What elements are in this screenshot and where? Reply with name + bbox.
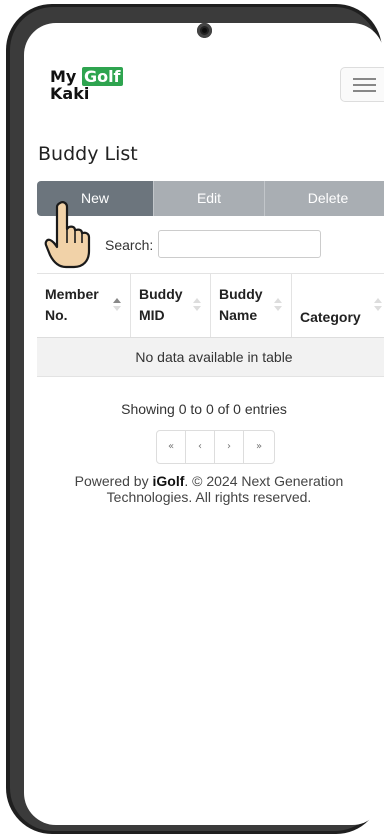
sort-icon xyxy=(113,298,121,312)
next-page-button[interactable]: › xyxy=(215,431,244,463)
pointing-hand-icon xyxy=(44,201,91,269)
hamburger-icon xyxy=(353,84,376,86)
table-info: Showing 0 to 0 of 0 entries xyxy=(121,401,287,417)
hamburger-menu-button[interactable] xyxy=(340,67,384,102)
search-input[interactable] xyxy=(158,230,321,258)
app-logo[interactable]: My Golf Kaki xyxy=(50,67,123,103)
edit-button[interactable]: Edit xyxy=(153,181,264,216)
page-title: Buddy List xyxy=(38,143,138,165)
buddy-table: Member No. Buddy MID Buddy Name Category… xyxy=(37,273,384,377)
previous-page-button[interactable]: ‹ xyxy=(186,431,215,463)
column-header-buddy-name[interactable]: Buddy Name xyxy=(211,274,292,337)
footer-text: Powered by iGolf. © 2024 Next Generation… xyxy=(74,473,344,505)
hamburger-icon xyxy=(353,90,376,92)
phone-screen: My Golf Kaki Buddy List New Edit Delete … xyxy=(24,23,384,825)
sort-icon xyxy=(374,298,382,312)
column-header-member-no[interactable]: Member No. xyxy=(37,274,131,337)
logo-kaki: Kaki xyxy=(50,84,90,103)
table-header: Member No. Buddy MID Buddy Name Category xyxy=(37,274,384,338)
first-page-button[interactable]: « xyxy=(157,431,186,463)
search-label: Search: xyxy=(105,237,154,253)
footer-brand[interactable]: iGolf xyxy=(152,473,184,489)
camera-icon xyxy=(197,23,212,38)
sort-icon xyxy=(193,298,201,312)
hamburger-icon xyxy=(353,78,376,80)
column-header-category[interactable]: Category xyxy=(292,274,384,337)
pagination: « ‹ › » xyxy=(156,430,275,464)
phone-bezel: My Golf Kaki Buddy List New Edit Delete … xyxy=(10,7,384,831)
last-page-button[interactable]: » xyxy=(244,431,274,463)
column-header-buddy-mid[interactable]: Buddy MID xyxy=(131,274,211,337)
empty-table-message: No data available in table xyxy=(37,338,384,377)
sort-icon xyxy=(274,298,282,312)
delete-button[interactable]: Delete xyxy=(264,181,384,216)
phone-frame: My Golf Kaki Buddy List New Edit Delete … xyxy=(6,4,384,834)
